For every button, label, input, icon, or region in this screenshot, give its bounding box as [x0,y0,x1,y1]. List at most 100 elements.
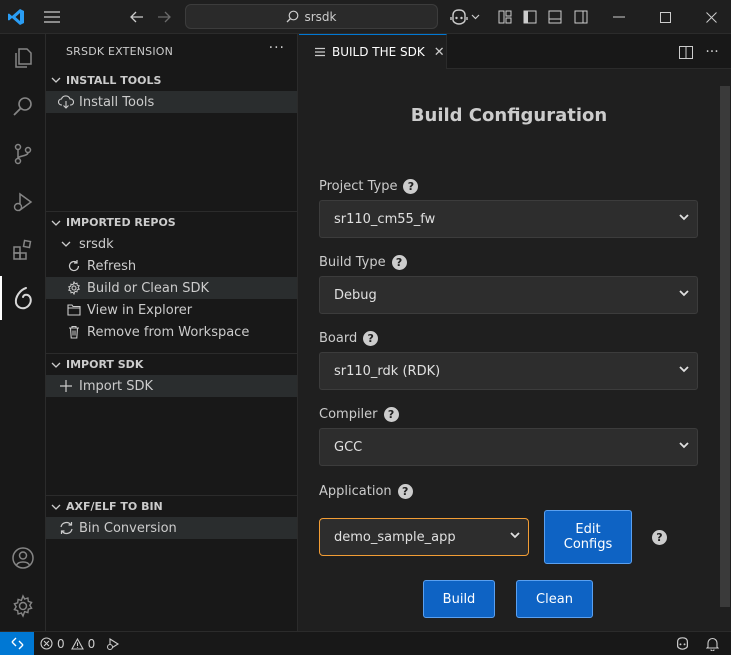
extensions-icon[interactable] [0,228,46,272]
tree-item-bin-conversion[interactable]: Bin Conversion [46,517,297,539]
srsdk-extension-icon[interactable] [0,276,46,320]
tab-close-icon[interactable]: ✕ [434,45,445,60]
build-type-select[interactable]: Debug [319,276,698,314]
select-value: GCC [334,439,363,455]
more-actions-icon[interactable]: ··· [701,43,723,61]
chevron-down-icon[interactable] [469,9,481,25]
editor-scrollbar[interactable] [720,86,730,607]
section-title: IMPORT SDK [66,358,144,371]
layout-icon[interactable] [496,8,514,26]
chevron-down-icon [46,220,66,226]
chevron-down-icon [510,532,520,539]
copilot-status-icon[interactable] [675,632,690,655]
tree-item-import-sdk[interactable]: Import SDK [46,375,297,397]
tree-item-remove-from-workspace[interactable]: Remove from Workspace [46,321,297,343]
explorer-icon[interactable] [0,36,46,80]
field-label: Project Type [319,179,398,194]
search-text: srsdk [304,9,337,24]
chevron-down-icon [58,236,74,252]
tree-item-refresh[interactable]: Refresh [46,255,297,277]
toggle-sidebar-icon[interactable] [521,8,539,26]
clean-button[interactable]: Clean [516,580,593,618]
toggle-secondary-sidebar-icon[interactable] [572,8,590,26]
menu-icon[interactable] [42,8,62,26]
command-center-search[interactable]: srsdk [185,4,438,29]
compiler-select[interactable]: GCC [319,428,698,466]
select-value: sr110_rdk (RDK) [334,363,441,379]
folder-icon [66,302,82,318]
close-icon[interactable] [702,8,720,26]
section-title: IMPORTED REPOS [66,216,176,229]
tree-item-build-or-clean-sdk[interactable]: Build or Clean SDK [46,277,297,299]
tree-item-install-tools[interactable]: Install Tools [46,91,297,113]
title-bar: srsdk [0,0,731,34]
remote-icon [11,637,24,650]
maximize-icon[interactable] [656,8,674,26]
select-value: Debug [334,287,377,303]
help-icon[interactable]: ? [652,530,667,545]
warning-icon [70,637,84,650]
build-button[interactable]: Build [423,580,495,618]
activity-bar [0,34,46,631]
help-icon[interactable]: ? [397,484,413,499]
edit-configs-button[interactable]: Edit Configs [544,510,632,564]
tree-item-label: Bin Conversion [79,520,177,536]
split-editor-icon[interactable] [677,43,695,61]
forward-arrow-icon[interactable] [155,8,173,26]
tree-item-label: Build or Clean SDK [87,280,210,296]
page-title: Build Configuration [410,105,608,126]
project-type-select[interactable]: sr110_cm55_fw [319,200,698,238]
button-label: Edit [575,522,601,537]
section-header-import-sdk[interactable]: IMPORT SDK [46,353,297,375]
tree-item-view-in-explorer[interactable]: View in Explorer [46,299,297,321]
tab-label: BUILD THE SDK [332,45,425,59]
field-label: Board [319,331,358,346]
help-icon[interactable]: ? [391,255,407,270]
section-title: AXF/ELF TO BIN [66,500,163,513]
chevron-down-icon [679,442,689,449]
build-type-label: Build Type ? [319,255,407,270]
board-select[interactable]: sr110_rdk (RDK) [319,352,698,390]
application-label: Application ? [319,484,413,499]
refresh-icon [66,258,82,274]
section-header-axf-elf-to-bin[interactable]: AXF/ELF TO BIN [46,495,297,517]
preview-icon [315,47,325,57]
button-label: Configs [563,537,613,552]
help-icon[interactable]: ? [383,407,399,422]
section-header-install-tools[interactable]: INSTALL TOOLS [46,69,297,91]
search-icon[interactable] [0,84,46,128]
toggle-panel-icon[interactable] [546,8,564,26]
copilot-icon[interactable] [449,7,469,27]
help-icon[interactable]: ? [403,179,419,194]
remote-indicator[interactable] [0,632,34,655]
chevron-down-icon [679,214,689,221]
problems-indicator[interactable]: 0 0 [40,632,95,655]
sidebar: SRSDK EXTENSION ··· INSTALL TOOLS Instal… [46,34,298,631]
settings-gear-icon[interactable] [0,584,46,628]
debug-status-icon[interactable] [106,632,120,655]
sync-icon [58,520,74,536]
chevron-down-icon [46,362,66,368]
select-value: demo_sample_app [334,529,456,545]
minimize-icon[interactable] [610,8,628,26]
tree-item-label: Install Tools [79,94,155,110]
tree-item-srsdk[interactable]: srsdk [46,233,297,255]
board-label: Board ? [319,331,379,346]
tab-build-the-sdk[interactable]: BUILD THE SDK ✕ [299,34,447,69]
back-arrow-icon[interactable] [128,8,146,26]
application-select[interactable]: demo_sample_app [319,518,529,556]
help-icon[interactable]: ? [363,331,379,346]
section-header-imported-repos[interactable]: IMPORTED REPOS [46,211,297,233]
field-label: Build Type [319,255,386,270]
notifications-bell-icon[interactable] [706,632,719,655]
source-control-icon[interactable] [0,132,46,176]
compiler-label: Compiler ? [319,407,399,422]
tree-item-label: Refresh [87,258,137,274]
more-actions-button[interactable]: ··· [269,40,285,56]
editor-tabs-bar: BUILD THE SDK ✕ ··· [299,34,731,69]
account-icon[interactable] [0,536,46,580]
tree-item-label: srsdk [79,236,114,252]
project-type-label: Project Type ? [319,179,419,194]
run-debug-icon[interactable] [0,180,46,224]
field-label: Compiler [319,407,378,422]
